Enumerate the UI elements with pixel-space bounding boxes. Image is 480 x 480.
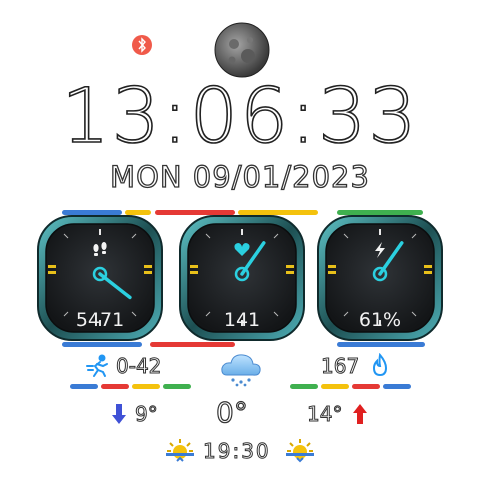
time-display: 13:06:33 — [61, 71, 419, 160]
low-temp: 9° — [135, 402, 159, 426]
rain-cloud-icon — [219, 351, 263, 387]
bottom-bar-under-dials-right — [337, 342, 425, 347]
arrow-up-icon — [352, 402, 368, 426]
flame-icon — [370, 352, 390, 377]
dial-heart-value: 141 — [223, 309, 261, 331]
dial-battery[interactable]: 61% — [316, 214, 444, 344]
current-temp: 0° — [215, 395, 248, 429]
runner-icon — [85, 354, 111, 378]
bottom-bar-under-dials-left — [62, 342, 142, 347]
dial-steps[interactable]: 5471 — [36, 214, 164, 344]
dial-heart[interactable]: 141 — [178, 214, 306, 344]
dial-steps-value: 5471 — [75, 309, 125, 331]
steps-progress-bars — [70, 384, 191, 389]
sunrise-icon — [165, 437, 195, 465]
dial-battery-value: 61% — [358, 309, 402, 331]
bluetooth-icon — [132, 35, 152, 55]
calories-value: 167 — [320, 354, 360, 378]
distance-value: 0-42 — [115, 354, 162, 378]
high-temp: 14° — [306, 402, 343, 426]
arrow-down-icon — [111, 402, 127, 426]
calories-progress-bars — [290, 384, 411, 389]
sunset-icon — [285, 437, 315, 465]
date-display: MON 09/01/2023 — [109, 160, 370, 194]
bottom-bar-under-dials-middle — [150, 342, 235, 347]
sunset-time: 19:30 — [203, 439, 271, 463]
moon-phase-icon — [214, 22, 270, 78]
